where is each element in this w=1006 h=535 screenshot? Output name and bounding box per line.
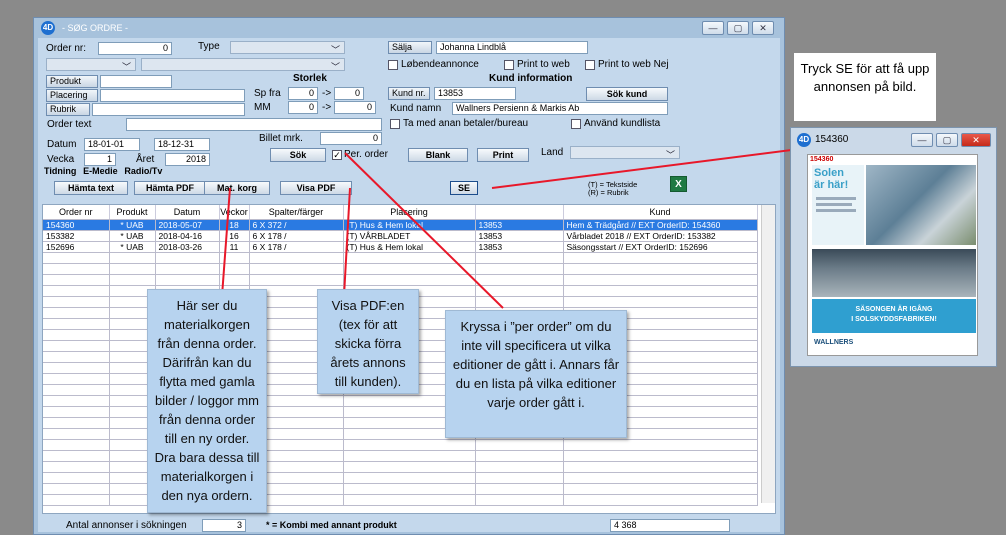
preview-maximize-button[interactable]: ▢ xyxy=(936,133,958,147)
ad-preview-title: 154360 xyxy=(815,134,849,145)
ad-image: 154360 Solen är här! SÄSONGEN ÄR IGÅNG I… xyxy=(807,154,978,356)
arrow-perorder xyxy=(344,152,504,309)
ad-banner-line-2: I SOLSKYDDSFABRIKEN! xyxy=(851,316,937,323)
callout-perorder: Kryssa i ”per order” om du inte vill spe… xyxy=(445,310,627,438)
arrow-matkorg xyxy=(221,187,231,297)
callout-matkorg: Här ser du materialkorgen från denna ord… xyxy=(147,289,267,513)
callout-se: Tryck SE för att få upp annonsen på bild… xyxy=(794,53,936,121)
ad-headline-2: är här! xyxy=(814,179,849,191)
callout-visapdf: Visa PDF:en (tex för att skicka förra år… xyxy=(317,289,419,394)
preview-close-button[interactable]: ✕ xyxy=(961,133,991,147)
ad-id-label: 154360 xyxy=(810,156,834,163)
ad-banner-line-1: SÄSONGEN ÄR IGÅNG xyxy=(855,306,933,313)
app-logo-icon: 4D xyxy=(797,133,811,147)
ad-photo-terrace xyxy=(866,165,976,245)
ad-banner: SÄSONGEN ÄR IGÅNG I SOLSKYDDSFABRIKEN! xyxy=(812,299,976,333)
ad-preview-window: 4D 154360 — ▢ ✕ 154360 Solen är här! SÄS… xyxy=(790,127,997,367)
ad-photo-awning xyxy=(812,249,976,297)
ad-headline-1: Solen xyxy=(814,167,844,179)
arrow-visapdf xyxy=(343,187,351,297)
preview-minimize-button[interactable]: — xyxy=(911,133,933,147)
ad-logo: WALLNERS xyxy=(814,339,854,346)
